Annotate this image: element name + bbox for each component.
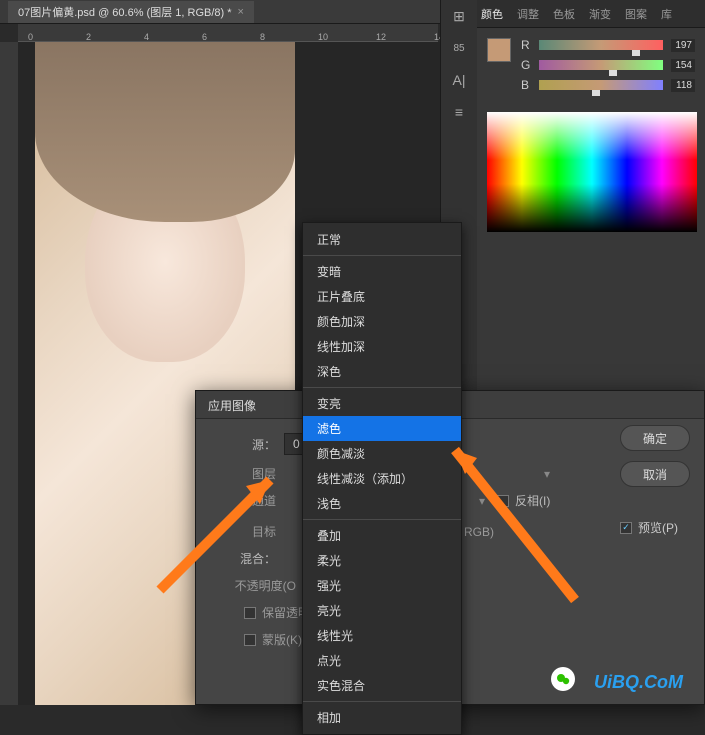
menu-item[interactable]: 深色 bbox=[303, 359, 461, 384]
slider-r-label: R bbox=[521, 38, 531, 52]
cancel-button[interactable]: 取消 bbox=[620, 461, 690, 487]
slider-r[interactable] bbox=[539, 40, 663, 50]
rgb-sliders: R 197 G 154 B 118 bbox=[441, 28, 705, 108]
ruler-horizontal: 0 2 4 6 8 10 12 14 bbox=[18, 24, 438, 42]
slider-b[interactable] bbox=[539, 80, 663, 90]
source-label: 源： bbox=[214, 436, 284, 453]
slider-b-label: B bbox=[521, 78, 531, 92]
menu-item[interactable]: 颜色加深 bbox=[303, 309, 461, 334]
menu-item[interactable]: 实色混合 bbox=[303, 673, 461, 698]
annotation-arrow bbox=[150, 460, 300, 600]
paragraph-icon[interactable]: ≡ bbox=[449, 102, 469, 122]
ok-button[interactable]: 确定 bbox=[620, 425, 690, 451]
slider-g-value[interactable]: 154 bbox=[671, 59, 695, 72]
annotation-arrow bbox=[425, 430, 585, 610]
slider-r-value[interactable]: 197 bbox=[671, 39, 695, 52]
menu-item[interactable]: 正片叠底 bbox=[303, 284, 461, 309]
tab-adjust[interactable]: 调整 bbox=[517, 6, 539, 22]
menu-item[interactable]: 点光 bbox=[303, 648, 461, 673]
menu-item[interactable]: 正常 bbox=[303, 227, 461, 252]
wechat-icon bbox=[551, 667, 575, 691]
grid-icon[interactable]: ⊞ bbox=[449, 6, 469, 26]
document-tab[interactable]: 07图片偏黄.psd @ 60.6% (图层 1, RGB/8) * × bbox=[8, 1, 254, 23]
preview-checkbox[interactable]: 预览(P) bbox=[620, 519, 690, 536]
tab-swatches[interactable]: 色板 bbox=[553, 6, 575, 22]
tab-gradient[interactable]: 渐变 bbox=[589, 6, 611, 22]
color-spectrum[interactable] bbox=[487, 112, 697, 232]
tab-title: 07图片偏黄.psd @ 60.6% (图层 1, RGB/8) * bbox=[18, 4, 232, 20]
menu-item[interactable]: 线性光 bbox=[303, 623, 461, 648]
watermark: UiBQ.CoM bbox=[594, 672, 683, 693]
ruler-vertical bbox=[0, 42, 18, 705]
tab-pattern[interactable]: 图案 bbox=[625, 6, 647, 22]
menu-item[interactable]: 变暗 bbox=[303, 259, 461, 284]
panel-tabs: 颜色 调整 色板 渐变 图案 库 bbox=[441, 0, 705, 28]
tab-library[interactable]: 库 bbox=[661, 6, 672, 22]
menu-item[interactable]: 变亮 bbox=[303, 391, 461, 416]
tab-color[interactable]: 颜色 bbox=[481, 6, 503, 22]
slider-g-label: G bbox=[521, 58, 531, 72]
menu-item[interactable]: 线性加深 bbox=[303, 334, 461, 359]
foreground-swatch[interactable] bbox=[487, 38, 511, 62]
menu-item[interactable]: 相加 bbox=[303, 705, 461, 730]
value-icon[interactable]: 85 bbox=[449, 38, 469, 58]
menu-separator bbox=[303, 701, 461, 702]
menu-separator bbox=[303, 255, 461, 256]
close-icon[interactable]: × bbox=[238, 6, 244, 18]
menu-separator bbox=[303, 387, 461, 388]
type-icon[interactable]: A| bbox=[449, 70, 469, 90]
slider-b-value[interactable]: 118 bbox=[671, 79, 695, 92]
slider-g[interactable] bbox=[539, 60, 663, 70]
